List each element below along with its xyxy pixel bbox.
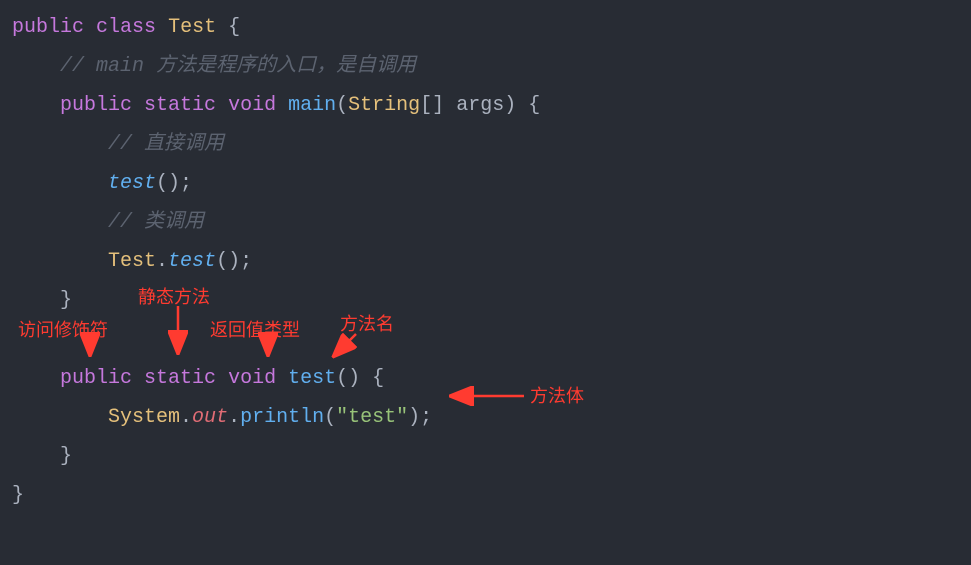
class-name: Test bbox=[168, 16, 216, 39]
paren: ) bbox=[408, 406, 420, 429]
keyword-public: public bbox=[60, 94, 132, 117]
semicolon: ; bbox=[240, 250, 252, 273]
parens: () bbox=[216, 250, 240, 273]
call-println: println bbox=[240, 406, 324, 429]
code-editor-view: public class Test { // main 方法是程序的入口，是自调… bbox=[0, 0, 971, 523]
code-line: // main 方法是程序的入口，是自调用 bbox=[12, 47, 959, 86]
type-string: String bbox=[348, 94, 420, 117]
dot: . bbox=[180, 406, 192, 429]
method-main: main bbox=[288, 94, 336, 117]
brace: { bbox=[372, 367, 384, 390]
code-line: System.out.println("test"); bbox=[12, 398, 959, 437]
code-line: Test.test(); bbox=[12, 242, 959, 281]
parens: () bbox=[336, 367, 360, 390]
keyword-class: class bbox=[96, 16, 156, 39]
comment-text: 直接调用 bbox=[144, 133, 224, 156]
dot: . bbox=[156, 250, 168, 273]
code-line: } bbox=[12, 476, 959, 515]
parens: () bbox=[156, 172, 180, 195]
code-line: } bbox=[12, 281, 959, 320]
method-test: test bbox=[288, 367, 336, 390]
brace: } bbox=[12, 484, 24, 507]
comment-text: 类调用 bbox=[144, 211, 204, 234]
comment-slashes: // bbox=[108, 133, 132, 156]
semicolon: ; bbox=[180, 172, 192, 195]
brace: { bbox=[528, 94, 540, 117]
code-line: public class Test { bbox=[12, 8, 959, 47]
dot: . bbox=[228, 406, 240, 429]
keyword-static: static bbox=[144, 94, 216, 117]
code-line: public static void test() { bbox=[12, 359, 959, 398]
paren: ( bbox=[336, 94, 348, 117]
keyword-static: static bbox=[144, 367, 216, 390]
code-line: } bbox=[12, 437, 959, 476]
paren: ) bbox=[504, 94, 516, 117]
code-line: test(); bbox=[12, 164, 959, 203]
code-line: public static void main(String[] args) { bbox=[12, 86, 959, 125]
param-args: args bbox=[456, 94, 504, 117]
comment-text: 方法是程序的入口，是自调用 bbox=[156, 55, 416, 78]
keyword-void: void bbox=[228, 367, 276, 390]
call-test: test bbox=[168, 250, 216, 273]
keyword-public: public bbox=[60, 367, 132, 390]
class-ref-test: Test bbox=[108, 250, 156, 273]
code-line: // 类调用 bbox=[12, 203, 959, 242]
keyword-public: public bbox=[12, 16, 84, 39]
comment-slashes: // bbox=[60, 55, 84, 78]
comment-slashes: // bbox=[108, 211, 132, 234]
brace: { bbox=[228, 16, 240, 39]
brackets: [] bbox=[420, 94, 444, 117]
brace: } bbox=[60, 445, 72, 468]
semicolon: ; bbox=[420, 406, 432, 429]
keyword-void: void bbox=[228, 94, 276, 117]
brace: } bbox=[60, 289, 72, 312]
call-test: test bbox=[108, 172, 156, 195]
paren: ( bbox=[324, 406, 336, 429]
code-line: // 直接调用 bbox=[12, 125, 959, 164]
string-literal: "test" bbox=[336, 406, 408, 429]
comment-main: main bbox=[96, 55, 144, 78]
class-system: System bbox=[108, 406, 180, 429]
code-line bbox=[12, 320, 959, 359]
field-out: out bbox=[192, 406, 228, 429]
